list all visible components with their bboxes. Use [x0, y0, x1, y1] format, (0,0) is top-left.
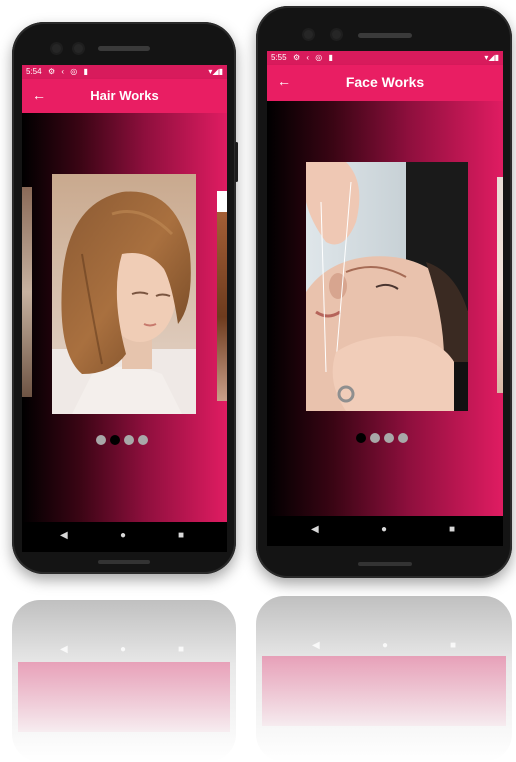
page-dot-4[interactable] — [398, 433, 408, 443]
page-dot-2[interactable] — [110, 435, 120, 445]
system-nav-bar: ◀ ● ■ — [267, 516, 503, 546]
nav-recents-icon[interactable]: ■ — [449, 524, 455, 535]
nav-home-icon[interactable]: ● — [120, 530, 126, 541]
power-button — [235, 142, 238, 182]
front-camera — [52, 44, 61, 53]
reflection-nav-recents-icon: ■ — [178, 644, 185, 655]
status-time: 5:54 — [26, 67, 42, 76]
reflection-screen — [262, 656, 506, 726]
status-bar: 5:55 ⚙ ‹ ◎ ▮ ▾◢▮ — [267, 51, 503, 65]
app-bar: ← Hair Works — [22, 79, 227, 113]
page-dot-1[interactable] — [356, 433, 366, 443]
nav-recents-icon[interactable]: ■ — [178, 530, 184, 541]
phone-reflection-right: ◀ ● ■ — [256, 596, 512, 762]
nav-back-icon[interactable]: ◀ — [311, 524, 319, 535]
bottom-speaker — [98, 560, 150, 564]
app-bar: ← Face Works — [267, 65, 503, 101]
carousel-next-slide[interactable] — [217, 191, 227, 401]
earpiece-speaker — [358, 33, 412, 38]
reflection-nav-recents-icon: ■ — [450, 640, 457, 651]
nav-home-icon[interactable]: ● — [381, 524, 387, 535]
screen: 5:55 ⚙ ‹ ◎ ▮ ▾◢▮ ← Face Works ◀ ● ■ — [267, 51, 503, 546]
phone-hair-works: 5:54 ⚙ ‹ ◎ ▮ ▾◢▮ ← Hair Works ◀ ● ■ — [12, 22, 238, 574]
nav-back-icon[interactable]: ◀ — [60, 530, 68, 541]
page-title: Face Works — [345, 74, 425, 90]
carousel-prev-slide[interactable] — [22, 187, 32, 397]
bottom-speaker — [358, 562, 412, 566]
system-nav-bar: ◀ ● ■ — [22, 522, 227, 552]
carousel-area[interactable] — [22, 113, 227, 522]
page-dot-4[interactable] — [138, 435, 148, 445]
signal-battery-icons: ▾◢▮ — [208, 67, 223, 76]
status-bar: 5:54 ⚙ ‹ ◎ ▮ ▾◢▮ — [22, 65, 227, 79]
front-camera — [304, 30, 313, 39]
reflection-nav-home-icon: ● — [120, 644, 127, 655]
reflection-nav-back-icon: ◀ — [60, 644, 68, 655]
page-dot-2[interactable] — [370, 433, 380, 443]
status-icons: ⚙ ‹ ◎ ▮ — [293, 53, 335, 62]
status-icons: ⚙ ‹ ◎ ▮ — [48, 67, 90, 76]
phone-face-works: 5:55 ⚙ ‹ ◎ ▮ ▾◢▮ ← Face Works ◀ ● ■ — [256, 6, 512, 578]
sensor — [332, 30, 341, 39]
page-dot-3[interactable] — [384, 433, 394, 443]
carousel-current-slide[interactable] — [52, 174, 196, 414]
page-indicator — [356, 433, 408, 443]
earpiece-speaker — [98, 46, 150, 51]
reflection-nav-home-icon: ● — [382, 640, 389, 651]
face-image — [306, 162, 468, 411]
page-indicator — [96, 435, 148, 445]
page-dot-1[interactable] — [96, 435, 106, 445]
sensor — [74, 44, 83, 53]
carousel-current-slide[interactable] — [306, 162, 468, 411]
phone-reflection-left: ◀ ● ■ — [12, 600, 236, 762]
page-title: Hair Works — [90, 88, 159, 103]
hair-image — [52, 174, 196, 414]
reflection-screen — [18, 662, 230, 732]
reflection-nav-back-icon: ◀ — [312, 640, 320, 651]
signal-battery-icons: ▾◢▮ — [484, 53, 499, 62]
carousel-next-slide[interactable] — [497, 177, 503, 393]
screen: 5:54 ⚙ ‹ ◎ ▮ ▾◢▮ ← Hair Works ◀ ● ■ — [22, 65, 227, 552]
page-dot-3[interactable] — [124, 435, 134, 445]
status-time: 5:55 — [271, 53, 287, 62]
carousel-area[interactable] — [267, 101, 503, 516]
